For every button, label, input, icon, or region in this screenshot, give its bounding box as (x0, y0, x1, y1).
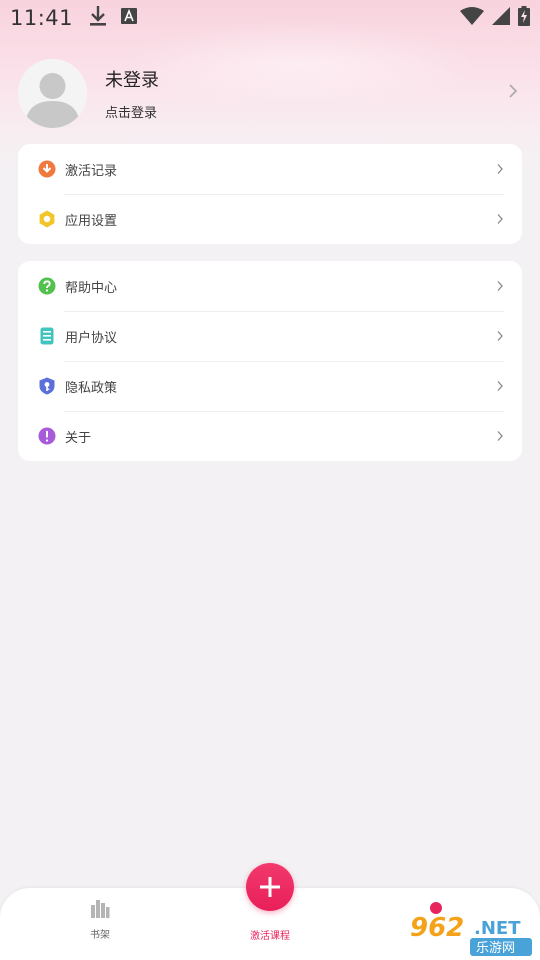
menu-item-about[interactable]: 关于 (18, 411, 522, 461)
chevron-right-icon (496, 427, 504, 446)
svg-text:.NET: .NET (474, 918, 521, 939)
activate-course-button[interactable] (246, 863, 294, 911)
wifi-icon (460, 7, 484, 29)
menu-item-user-agreement[interactable]: 用户协议 (18, 311, 522, 361)
menu-item-label: 关于 (65, 430, 92, 446)
default-user-icon (18, 58, 87, 128)
site-watermark-logo: 962 .NET 乐游网 (400, 900, 536, 958)
nav-tab-bookshelf-label: 书架 (90, 930, 110, 941)
menu-item-label: 用户协议 (65, 330, 118, 346)
chevron-right-icon (496, 160, 504, 179)
menu-item-activation-records[interactable]: 激活记录 (18, 144, 522, 194)
chevron-right-icon (508, 83, 518, 103)
menu-item-privacy-policy[interactable]: 隐私政策 (18, 361, 522, 411)
chevron-right-icon (496, 210, 504, 229)
plus-icon (260, 877, 280, 897)
menu-item-app-settings[interactable]: 应用设置 (18, 194, 522, 244)
status-bar: 11:41 (0, 0, 540, 36)
text-input-icon (121, 8, 138, 28)
nav-tab-activate-course[interactable]: 激活课程 (240, 923, 300, 942)
svg-text:乐游网: 乐游网 (476, 941, 515, 956)
avatar[interactable] (18, 58, 87, 128)
click-login-link[interactable]: 点击登录 (105, 102, 159, 121)
nav-tab-bookshelf[interactable]: 书架 (82, 900, 118, 941)
nav-tab-activate-label: 激活课程 (250, 931, 290, 942)
menu-card-1: 激活记录 应用设置 (18, 144, 522, 244)
status-time: 11:41 (10, 6, 74, 30)
battery-charging-icon (518, 6, 530, 30)
menu-item-label: 帮助中心 (65, 280, 118, 296)
menu-card-2: 帮助中心 用户协议 隐私政策 关于 (18, 261, 522, 461)
menu-item-help-center[interactable]: 帮助中心 (18, 261, 522, 311)
chevron-right-icon (496, 377, 504, 396)
svg-text:962: 962 (410, 913, 464, 943)
menu-item-label: 应用设置 (65, 213, 118, 229)
signal-icon (492, 7, 510, 29)
info-icon (38, 427, 56, 445)
chevron-right-icon (496, 277, 504, 296)
download-icon (89, 5, 107, 31)
agreement-icon (38, 327, 56, 345)
login-profile-row[interactable]: 未登录 点击登录 (18, 58, 522, 128)
menu-item-label: 激活记录 (65, 163, 118, 179)
login-status-title: 未登录 (105, 69, 159, 91)
menu-item-label: 隐私政策 (65, 380, 118, 396)
shield-key-icon (38, 377, 56, 395)
download-circle-icon (38, 160, 56, 178)
chevron-right-icon (496, 327, 504, 346)
bookshelf-icon (90, 900, 110, 922)
help-icon (38, 277, 56, 295)
gear-icon (38, 210, 56, 228)
